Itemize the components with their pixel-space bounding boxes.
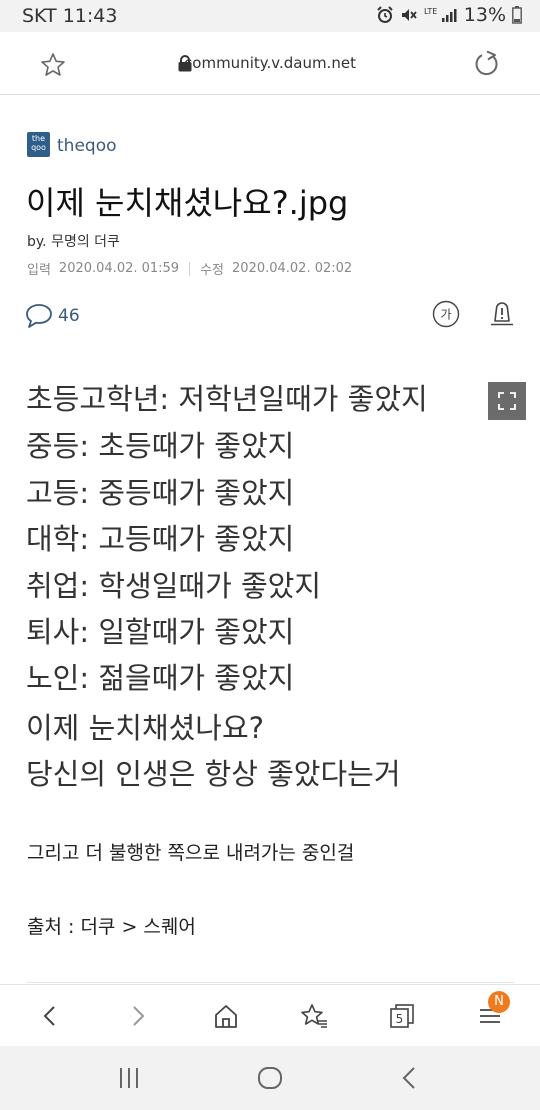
source-text: 출처 : 더쿠 > 스퀘어 [27,916,196,938]
tab-count: 5 [396,1012,404,1026]
status-carrier-time: SKT 11:43 [22,5,117,27]
fullscreen-button[interactable] [488,382,526,420]
svg-text:LTE: LTE [424,7,437,16]
article-dates: 입력 2020.04.02. 01:59 수정 2020.04.02. 02:0… [27,259,352,278]
image-text-line: 초등고학년: 저학년일때가 좋았지 [26,382,428,416]
system-nav-bar [0,1046,540,1110]
bookmarks-button[interactable] [284,985,344,1047]
body-paragraph: 그리고 더 불행한 쪽으로 내려가는 중인걸 [27,842,355,864]
date-divider [189,261,191,276]
image-text-line: 당신의 인생은 항상 좋았다는거 [26,757,401,791]
notification-badge: N [488,991,510,1013]
bookmarks-star-icon [301,1004,327,1028]
back-button[interactable] [20,985,80,1047]
site-name[interactable]: theqoo [57,136,117,156]
image-text-line: 중등: 초등때가 좋았지 [26,429,295,463]
image-text-line: 노인: 젊을때가 좋았지 [26,661,295,695]
tabs-button[interactable]: 5 [372,985,432,1047]
status-bar: SKT 11:43 LTE 13% [0,0,540,32]
expand-icon [498,392,516,410]
article-title: 이제 눈치채셨나요?.jpg [26,184,349,222]
carrier-name: SKT [22,5,57,27]
comment-count[interactable]: 46 [58,306,80,326]
clock-time: 11:43 [62,5,118,27]
battery-percent: 13% [463,4,506,26]
chevron-right-icon [133,1006,145,1026]
edited-date: 2020.04.02. 02:02 [232,261,353,276]
url-address[interactable]: community.v.daum.net [0,54,540,72]
font-size-label: 가 [440,308,451,322]
comment-icon[interactable] [25,303,53,329]
alarm-icon [377,6,393,23]
battery-icon [512,6,522,24]
browser-url-bar: community.v.daum.net [0,32,540,95]
recent-apps-icon[interactable] [118,1066,140,1090]
home-button[interactable] [196,985,256,1047]
lte-signal-icon: LTE [424,7,457,22]
browser-toolbar: 5 [0,984,540,1047]
forward-button[interactable] [108,985,168,1047]
image-text-line: 고등: 중등때가 좋았지 [26,476,295,510]
image-text-line: 이제 눈치채셨나요? [26,711,265,745]
refresh-icon[interactable] [473,50,501,78]
back-nav-icon[interactable] [400,1066,418,1090]
report-icon[interactable] [488,300,516,328]
posted-date: 2020.04.02. 01:59 [58,261,180,276]
mute-icon [401,9,417,21]
home-nav-icon[interactable] [257,1066,283,1090]
font-size-icon[interactable]: 가 [432,300,460,328]
image-text-line: 퇴사: 일할때가 좋았지 [26,615,295,649]
status-indicators: LTE 13% [376,4,522,26]
edited-label: 수정 [200,263,225,278]
content-divider [26,982,514,983]
chevron-left-icon [43,1006,55,1026]
tabs-icon: 5 [390,1004,414,1028]
image-text-line: 취업: 학생일때가 좋았지 [26,569,322,603]
image-text-line: 대학: 고등때가 좋았지 [26,522,295,556]
posted-label: 입력 [27,263,51,278]
article-author: by. 무명의 더쿠 [27,234,120,250]
theqoo-logo[interactable]: the qoo [27,132,50,157]
home-icon [215,1005,237,1028]
